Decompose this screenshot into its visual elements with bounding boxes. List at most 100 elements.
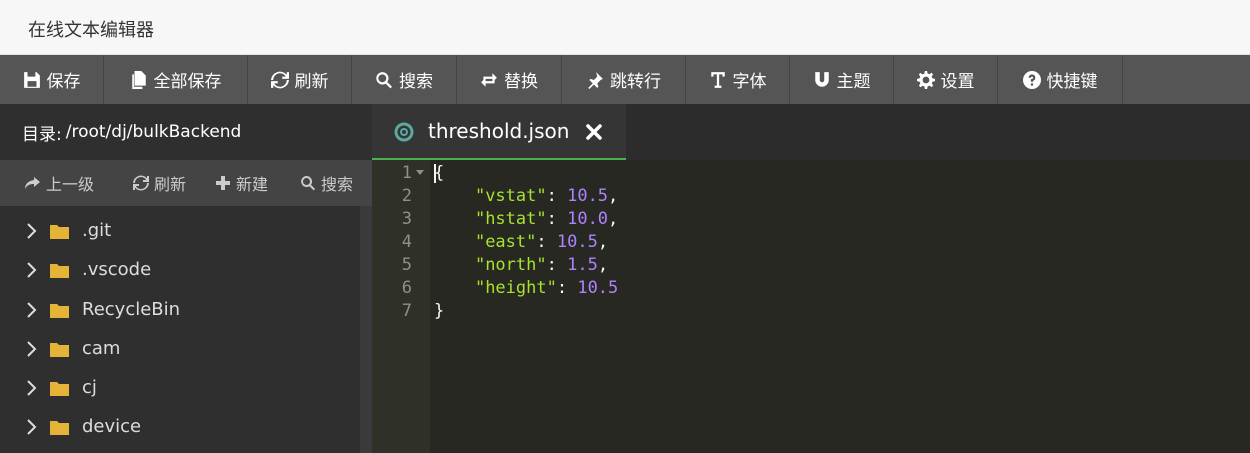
shortcuts-label: 快捷键 xyxy=(1046,72,1098,92)
line-number: 1 xyxy=(401,163,412,183)
font-label: 字体 xyxy=(732,72,767,92)
tree-item-cj[interactable]: cj xyxy=(0,369,360,408)
refresh-label: 刷新 xyxy=(294,72,329,92)
replace-label: 替换 xyxy=(504,72,538,92)
close-icon[interactable] xyxy=(584,122,604,142)
chevron-right-icon xyxy=(27,302,37,318)
folder-icon xyxy=(50,264,69,278)
search-icon xyxy=(301,176,316,191)
new-file-label: 新建 xyxy=(236,175,269,194)
code-line: "east": 10.5, xyxy=(474,232,609,252)
tree-item-vscode[interactable]: .vscode xyxy=(0,251,360,290)
sidebar-refresh-button[interactable]: 刷新 xyxy=(133,171,186,195)
gear-icon xyxy=(916,70,935,89)
chevron-right-icon xyxy=(27,341,37,357)
folder-icon xyxy=(50,421,69,435)
line-number: 5 xyxy=(401,255,412,275)
json-value: 10.5 xyxy=(556,232,598,252)
goto-line-button[interactable]: 跳转行 xyxy=(562,55,686,104)
search-icon xyxy=(375,71,393,89)
sidebar-search-label: 搜索 xyxy=(321,175,354,194)
sidebar-search-button[interactable]: 搜索 xyxy=(300,171,353,195)
code-line: "vstat": 10.5, xyxy=(474,186,619,206)
tree-item-cam[interactable]: cam xyxy=(0,330,360,369)
json-value: 10.5 xyxy=(567,186,609,206)
line-number: 7 xyxy=(401,301,412,321)
parent-dir-button[interactable]: 上一级 xyxy=(25,171,94,195)
tab-threshold-json[interactable]: threshold.json xyxy=(372,104,626,160)
file-sidebar: 目录: /root/dj/bulkBackend 上一级 刷新 新建 搜索 .g… xyxy=(0,104,372,453)
tab-label: threshold.json xyxy=(428,119,570,143)
share-icon xyxy=(25,177,40,189)
replace-button[interactable]: 替换 xyxy=(457,55,562,104)
json-value: 10.5 xyxy=(577,278,619,298)
open-brace: { xyxy=(434,163,445,183)
save-label: 保存 xyxy=(46,72,81,92)
tree-item-label: .git xyxy=(82,220,112,241)
save-all-label: 全部保存 xyxy=(153,72,222,92)
goto-line-label: 跳转行 xyxy=(610,72,661,92)
json-key: "east" xyxy=(474,232,537,252)
directory-path: /root/dj/bulkBackend xyxy=(65,122,242,142)
search-button[interactable]: 搜索 xyxy=(352,55,457,104)
help-icon xyxy=(1022,70,1041,89)
theme-button[interactable]: 主题 xyxy=(790,55,894,104)
plus-icon xyxy=(216,176,230,190)
shortcuts-button[interactable]: 快捷键 xyxy=(998,55,1123,104)
json-comma: , xyxy=(597,232,609,252)
directory-header: 目录: /root/dj/bulkBackend xyxy=(0,104,372,160)
sidebar-refresh-label: 刷新 xyxy=(154,175,187,194)
refresh-icon xyxy=(270,71,289,89)
line-number: 3 xyxy=(401,209,412,229)
settings-button[interactable]: 设置 xyxy=(894,55,998,104)
tree-item-git[interactable]: .git xyxy=(0,212,360,251)
new-file-button[interactable]: 新建 xyxy=(215,171,268,195)
magnet-icon xyxy=(813,71,831,89)
text-icon xyxy=(709,71,727,89)
folder-icon xyxy=(50,304,69,318)
app-title: 在线文本编辑器 xyxy=(28,20,154,41)
tree-item-label: cj xyxy=(82,377,97,398)
sidebar-toolbar: 上一级 刷新 新建 搜索 xyxy=(0,160,372,206)
folder-icon xyxy=(50,225,69,239)
tree-item-recyclebin[interactable]: RecycleBin xyxy=(0,291,360,330)
tree-item-label: RecycleBin xyxy=(82,299,181,320)
line-number: 4 xyxy=(401,232,412,252)
json-comma: , xyxy=(597,255,609,275)
chevron-right-icon xyxy=(27,380,37,396)
line-number: 2 xyxy=(401,186,412,206)
tab-bar: threshold.json xyxy=(372,104,1250,160)
close-brace: } xyxy=(434,301,445,321)
replace-icon xyxy=(480,71,498,89)
code-line: } xyxy=(434,300,444,323)
folder-icon xyxy=(50,382,69,396)
json-key: "hstat" xyxy=(474,209,547,229)
json-comma: , xyxy=(608,209,619,229)
line-gutter: 1 2 3 4 5 6 7 xyxy=(372,160,430,453)
json-key: "north" xyxy=(474,255,547,275)
theme-label: 主题 xyxy=(836,72,871,92)
refresh-button[interactable]: 刷新 xyxy=(248,55,352,104)
code-line: { xyxy=(434,162,444,185)
folder-icon xyxy=(50,343,69,357)
tree-item-label: device xyxy=(82,416,142,437)
chevron-right-icon xyxy=(27,223,37,239)
json-key: "vstat" xyxy=(474,186,547,206)
main-toolbar: 保存 全部保存 刷新 搜索 替换 跳转行 字体 主题 设置 快捷键 xyxy=(0,55,1250,104)
tree-item-device[interactable]: device xyxy=(0,408,360,447)
file-tree: .git .vscode RecycleBin cam cj device xyxy=(0,206,360,453)
font-button[interactable]: 字体 xyxy=(686,55,790,104)
json-value: 10.0 xyxy=(567,209,609,229)
fold-arrow-icon[interactable] xyxy=(416,168,424,176)
chevron-right-icon xyxy=(27,419,37,435)
parent-dir-label: 上一级 xyxy=(46,175,95,194)
title-bar: 在线文本编辑器 xyxy=(0,0,1250,55)
code-editor[interactable]: 1 2 3 4 5 6 7 { "vstat": 10.5, "hstat": … xyxy=(372,160,1250,453)
save-all-button[interactable]: 全部保存 xyxy=(104,55,248,104)
tree-item-label: .vscode xyxy=(82,259,152,280)
refresh-icon xyxy=(133,175,149,191)
json-file-icon xyxy=(394,122,414,142)
save-icon xyxy=(23,71,41,89)
save-button[interactable]: 保存 xyxy=(0,55,104,104)
sidebar-scrollbar[interactable] xyxy=(360,206,372,453)
